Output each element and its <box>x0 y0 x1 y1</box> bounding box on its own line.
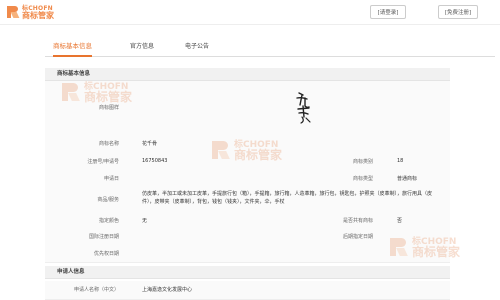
image-label: 商标图样 <box>98 105 119 111</box>
mark-name-value: 花千骨 <box>142 141 158 147</box>
shared-value: 否 <box>397 218 403 224</box>
applicant-info-header: 申请人信息 <box>45 266 450 279</box>
priority-date-label: 优先权日期 <box>93 251 119 257</box>
mark-type-value: 普通商标 <box>397 176 418 182</box>
goods-label: 商品/服务 <box>97 197 119 203</box>
row-applicant-name: 申请人名称（中文） 上海嘉逸文化发展中心 <box>45 281 450 300</box>
row-intl-date: 国际注册日期 后期指定日期 <box>45 228 450 246</box>
row-reg-number: 注册号/申请号 16750843 商标类别 18 <box>45 153 450 171</box>
register-button[interactable]: [免费注册] <box>438 5 478 19</box>
trademark-image <box>293 89 315 125</box>
reg-number-value: 16750843 <box>142 158 168 164</box>
logo-text-cn: 商标管家 <box>22 11 54 20</box>
tab-bar: 商标基本信息 官方信息 电子公告 <box>45 40 495 57</box>
login-button[interactable]: [请登录] <box>370 5 406 19</box>
row-mark-image: 商标图样 <box>45 81 450 135</box>
color-value: 无 <box>142 218 148 224</box>
goods-value: 仿皮革，半加工或未加工皮革，手提旅行包（箱），手提箱，旅行箱，人造革箱，旅行包，… <box>142 191 433 205</box>
chofn-logo-icon <box>7 6 20 18</box>
app-date-label: 申请日 <box>103 176 119 182</box>
row-priority-date: 优先权日期 <box>45 245 450 263</box>
intl-date-label: 国际注册日期 <box>88 234 119 240</box>
shared-label: 是否共有商标 <box>342 218 373 224</box>
basic-info-header: 商标基本信息 <box>45 68 450 81</box>
row-mark-name: 商标名称 花千骨 <box>45 134 450 154</box>
row-designated-color: 指定颜色 无 是否共有商标 否 <box>45 212 450 229</box>
row-application-date: 申请日 商标类型 普通商标 <box>45 170 450 188</box>
mark-class-value: 18 <box>397 158 404 164</box>
chofn-logo[interactable]: 标CHOFN 商标管家 <box>7 4 67 20</box>
tab-announcement[interactable]: 电子公告 <box>185 40 209 55</box>
row-goods-services: 商品/服务 仿皮革，半加工或未加工皮革，手提旅行包（箱），手提箱，旅行箱，人造革… <box>45 187 450 213</box>
color-label: 指定颜色 <box>98 218 119 224</box>
later-date-label: 后期指定日期 <box>342 234 373 240</box>
tab-basic-info[interactable]: 商标基本信息 <box>53 40 92 57</box>
mark-type-label: 商标类型 <box>352 176 373 182</box>
top-header: 标CHOFN 商标管家 [请登录] [免费注册] <box>0 0 500 25</box>
tab-official-info[interactable]: 官方信息 <box>130 40 154 55</box>
mark-name-label: 商标名称 <box>98 141 119 147</box>
applicant-name-label: 申请人名称（中文） <box>73 287 119 293</box>
mark-class-label: 商标类别 <box>352 159 373 165</box>
applicant-name-value: 上海嘉逸文化发展中心 <box>142 287 193 293</box>
reg-number-label: 注册号/申请号 <box>87 159 119 165</box>
